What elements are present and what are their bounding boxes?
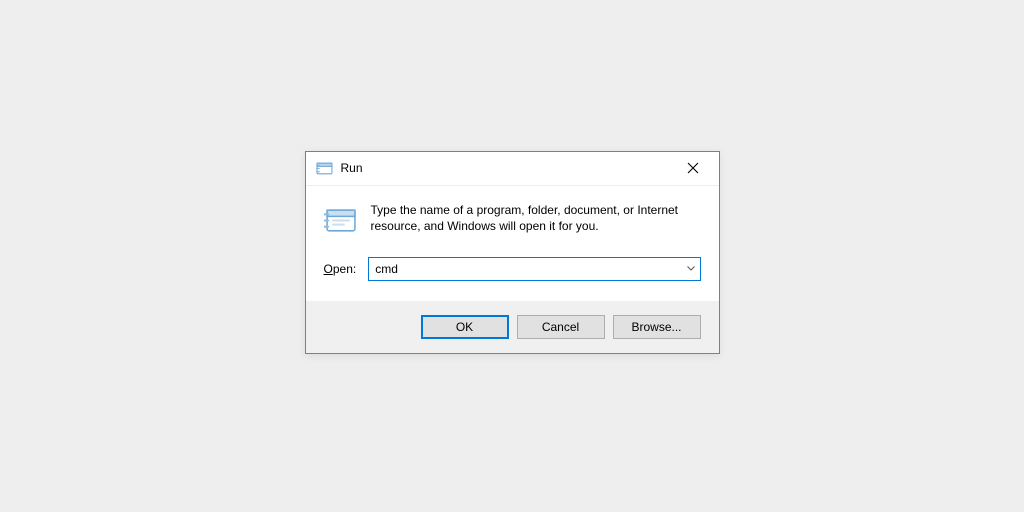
- run-dialog: Run Type the name of a program, folder, …: [305, 151, 720, 354]
- cancel-button[interactable]: Cancel: [517, 315, 605, 339]
- button-row: OK Cancel Browse...: [306, 301, 719, 353]
- open-input[interactable]: [369, 258, 681, 280]
- dialog-body: Type the name of a program, folder, docu…: [306, 186, 719, 301]
- run-icon-large: [324, 204, 357, 237]
- description-text: Type the name of a program, folder, docu…: [371, 202, 701, 236]
- chevron-down-icon: [687, 266, 695, 271]
- titlebar[interactable]: Run: [306, 152, 719, 186]
- combobox-dropdown-button[interactable]: [682, 258, 700, 280]
- browse-button[interactable]: Browse...: [613, 315, 701, 339]
- open-label: Open:: [324, 262, 357, 276]
- open-input-row: Open:: [324, 257, 701, 281]
- ok-button[interactable]: OK: [421, 315, 509, 339]
- description-row: Type the name of a program, folder, docu…: [324, 202, 701, 237]
- run-icon: [316, 160, 333, 177]
- open-combobox[interactable]: [368, 257, 700, 281]
- dialog-title: Run: [341, 161, 673, 175]
- close-button[interactable]: [673, 154, 713, 182]
- close-icon: [687, 162, 699, 174]
